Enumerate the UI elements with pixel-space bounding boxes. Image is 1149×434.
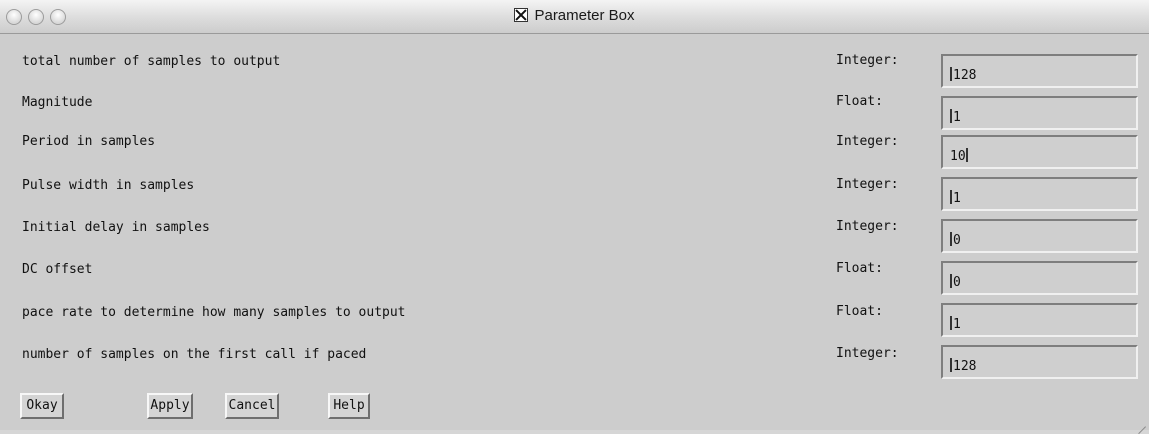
x11-icon xyxy=(514,8,529,22)
parameter-form: total number of samples to output Intege… xyxy=(0,34,1149,430)
param-label: Magnitude xyxy=(22,95,93,110)
param-label: DC offset xyxy=(22,262,93,277)
param-type: Integer: xyxy=(836,134,899,149)
param-label: Period in samples xyxy=(22,134,156,149)
param-row-pace-rate: pace rate to determine how many samples … xyxy=(0,283,1149,337)
param-label: Initial delay in samples xyxy=(22,220,210,235)
cancel-button[interactable]: Cancel xyxy=(225,393,279,419)
param-row-period: Period in samples Integer: 10 xyxy=(0,115,1149,169)
param-type: Float: xyxy=(836,304,883,319)
param-label: pace rate to determine how many samples … xyxy=(22,305,406,320)
param-label: Pulse width in samples xyxy=(22,178,195,193)
param-label: total number of samples to output xyxy=(22,54,281,69)
field-value: 128 xyxy=(953,359,977,374)
param-type: Integer: xyxy=(836,53,899,68)
param-label: number of samples on the first call if p… xyxy=(22,347,367,362)
param-type: Float: xyxy=(836,94,883,109)
param-type: Float: xyxy=(836,261,883,276)
text-caret xyxy=(950,358,952,372)
param-row-total-samples: total number of samples to output Intege… xyxy=(0,34,1149,88)
param-type: Integer: xyxy=(836,219,899,234)
apply-button[interactable]: Apply xyxy=(147,393,193,419)
param-type: Integer: xyxy=(836,177,899,192)
param-row-pulse-width: Pulse width in samples Integer: 1 xyxy=(0,157,1149,211)
param-row-first-call-samples: number of samples on the first call if p… xyxy=(0,325,1149,379)
okay-button[interactable]: Okay xyxy=(20,393,64,419)
param-row-initial-delay: Initial delay in samples Integer: 0 xyxy=(0,199,1149,253)
resize-grip-icon[interactable] xyxy=(1136,417,1146,427)
first-call-samples-input[interactable]: 128 xyxy=(941,345,1138,379)
param-type: Integer: xyxy=(836,346,899,361)
title-bar[interactable]: Parameter Box xyxy=(0,0,1149,34)
window-title-group: Parameter Box xyxy=(0,7,1149,24)
param-row-magnitude: Magnitude Float: 1 xyxy=(0,76,1149,130)
window-title: Parameter Box xyxy=(534,7,635,24)
param-row-dc-offset: DC offset Float: 0 xyxy=(0,241,1149,295)
help-button[interactable]: Help xyxy=(328,393,370,419)
parameter-box-window: Parameter Box total number of samples to… xyxy=(0,0,1149,430)
